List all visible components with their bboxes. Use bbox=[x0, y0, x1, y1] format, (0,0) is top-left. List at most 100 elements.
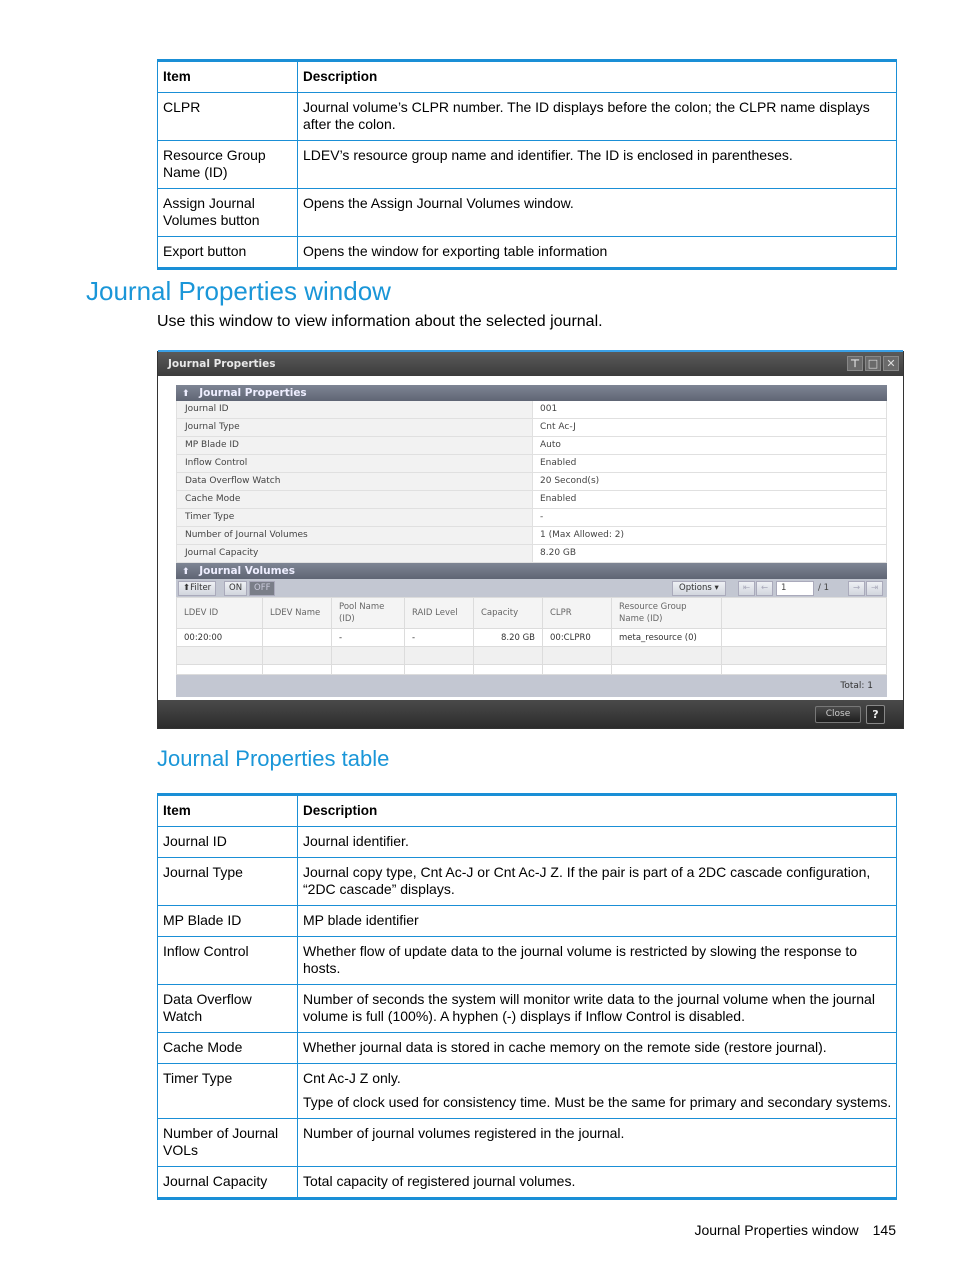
table-row: MP Blade ID MP blade identifier bbox=[157, 905, 897, 937]
row-item: Export button bbox=[157, 236, 298, 270]
maximize-icon[interactable]: □ bbox=[865, 356, 881, 371]
property-key: Data Overflow Watch bbox=[177, 473, 533, 490]
table-row: Number of Journal VOLs Number of journal … bbox=[157, 1118, 897, 1167]
window-title: Journal Properties bbox=[168, 358, 276, 370]
row-description: Journal identifier. bbox=[297, 826, 897, 858]
column-header-clpr[interactable]: CLPR bbox=[542, 597, 612, 629]
row-description: Journal copy type, Cnt Ac-J or Cnt Ac-J … bbox=[297, 857, 897, 906]
table-row: Journal Type Journal copy type, Cnt Ac-J … bbox=[157, 857, 897, 906]
collapse-icon[interactable]: ⬆ bbox=[182, 567, 190, 577]
row-description: Journal volume’s CLPR number. The ID dis… bbox=[297, 92, 897, 141]
journal-properties-description-table: Item Description Journal ID Journal ident… bbox=[157, 793, 897, 1200]
row-item: Cache Mode bbox=[157, 1032, 298, 1064]
property-value: 001 bbox=[533, 401, 886, 418]
page-footer: Journal Properties window 145 bbox=[600, 1222, 896, 1238]
journal-properties-panel: ⬆ Journal Properties Journal ID 001 Journ… bbox=[176, 385, 887, 563]
table-header-row: Item Description bbox=[157, 793, 897, 827]
row-description: Total capacity of registered journal vol… bbox=[297, 1166, 897, 1200]
pin-icon[interactable]: ⊤ bbox=[847, 356, 863, 371]
column-header-description: Description bbox=[297, 59, 897, 93]
table-row: Timer Type Cnt Ac-J Z only. Type of clock … bbox=[157, 1063, 897, 1119]
row-item: Data Overflow Watch bbox=[157, 984, 298, 1033]
footer-section-name: Journal Properties window bbox=[694, 1222, 859, 1238]
property-key: Timer Type bbox=[177, 509, 533, 526]
table-row: CLPR Journal volume’s CLPR number. The I… bbox=[157, 92, 897, 141]
row-description: Opens the Assign Journal Volumes window. bbox=[297, 188, 897, 237]
table-header-row: Item Description bbox=[157, 59, 897, 93]
row-description: Number of seconds the system will monito… bbox=[297, 984, 897, 1033]
description-text: Number of journal volumes registered in … bbox=[303, 1125, 625, 1141]
row-item: Journal Type bbox=[157, 857, 298, 906]
row-description: Opens the window for exporting table inf… bbox=[297, 236, 897, 270]
property-row: Data Overflow Watch 20 Second(s) bbox=[176, 473, 887, 491]
table-row: Assign Journal Volumes button Opens the … bbox=[157, 188, 897, 237]
cell-pool-name: - bbox=[331, 628, 405, 647]
filter-on-toggle[interactable]: ON bbox=[224, 581, 248, 596]
description-text: Number of seconds the system will monito… bbox=[303, 991, 875, 1024]
cell-clpr: 00:CLPR0 bbox=[542, 628, 612, 647]
next-page-icon[interactable]: → bbox=[848, 581, 866, 596]
grid-row-empty bbox=[176, 646, 887, 665]
grid-row[interactable]: 00:20:00 - - 8.20 GB 00:CLPR0 meta_resou… bbox=[176, 628, 887, 647]
column-header-raid-level[interactable]: RAID Level bbox=[404, 597, 474, 629]
property-row: Number of Journal Volumes 1 (Max Allowed:… bbox=[176, 527, 887, 545]
journal-volumes-table: LDEV ID LDEV Name Pool Name (ID) RAID Le… bbox=[176, 597, 887, 675]
description-text: Journal identifier. bbox=[303, 833, 409, 849]
column-header-resource-group[interactable]: Resource Group Name (ID) bbox=[611, 597, 722, 629]
cell-capacity: 8.20 GB bbox=[473, 628, 543, 647]
journal-properties-window: Journal Properties ⊤ □ ✕ ⬆ Journal Prope… bbox=[157, 350, 904, 729]
property-value: Enabled bbox=[533, 491, 886, 508]
section-heading: Journal Properties window bbox=[86, 276, 391, 306]
description-text: Whether journal data is stored in cache … bbox=[303, 1039, 827, 1055]
panel-title: Journal Volumes bbox=[199, 565, 295, 577]
column-header-item: Item bbox=[157, 793, 298, 827]
prev-page-icon[interactable]: ← bbox=[756, 581, 774, 596]
options-dropdown[interactable]: Options ▾ bbox=[672, 581, 726, 596]
filter-button[interactable]: ⬆Filter bbox=[178, 581, 217, 596]
row-description: Whether flow of update data to the journ… bbox=[297, 936, 897, 985]
property-key: Inflow Control bbox=[177, 455, 533, 472]
property-key: Cache Mode bbox=[177, 491, 533, 508]
grid-header-row: LDEV ID LDEV Name Pool Name (ID) RAID Le… bbox=[176, 597, 887, 629]
row-item: Inflow Control bbox=[157, 936, 298, 985]
column-header-description: Description bbox=[297, 793, 897, 827]
page-number-input[interactable]: 1 bbox=[776, 581, 814, 596]
filter-off-toggle[interactable]: OFF bbox=[249, 581, 276, 596]
close-icon[interactable]: ✕ bbox=[883, 356, 899, 371]
column-header-ldev-name[interactable]: LDEV Name bbox=[262, 597, 332, 629]
column-header-capacity[interactable]: Capacity bbox=[473, 597, 543, 629]
row-item: Assign Journal Volumes button bbox=[157, 188, 298, 237]
row-description: Cnt Ac-J Z only. Type of clock used for c… bbox=[297, 1063, 897, 1119]
first-page-icon[interactable]: ⇤ bbox=[738, 581, 756, 596]
row-description: MP blade identifier bbox=[297, 905, 897, 937]
property-value: Auto bbox=[533, 437, 886, 454]
property-key: Journal Capacity bbox=[177, 545, 533, 562]
cell-resource-group: meta_resource (0) bbox=[611, 628, 722, 647]
panel-header[interactable]: ⬆ Journal Properties bbox=[176, 385, 887, 401]
panel-header[interactable]: ⬆ Journal Volumes bbox=[176, 563, 887, 579]
section-intro: Use this window to view information abou… bbox=[157, 313, 603, 330]
collapse-icon[interactable]: ⬆ bbox=[182, 389, 190, 399]
table-row: Journal ID Journal identifier. bbox=[157, 826, 897, 858]
property-value: - bbox=[533, 509, 886, 526]
row-description: LDEV’s resource group name and identifie… bbox=[297, 140, 897, 189]
property-value: 8.20 GB bbox=[533, 545, 886, 562]
page-total: / 1 bbox=[818, 583, 829, 593]
close-button[interactable]: Close bbox=[815, 706, 861, 723]
page-number: 145 bbox=[872, 1222, 896, 1238]
property-row: Inflow Control Enabled bbox=[176, 455, 887, 473]
help-icon[interactable]: ? bbox=[866, 705, 885, 724]
cell-ldev-name bbox=[262, 628, 332, 647]
column-header-pool-name[interactable]: Pool Name (ID) bbox=[331, 597, 405, 629]
property-value: Enabled bbox=[533, 455, 886, 472]
cell-empty bbox=[721, 628, 887, 647]
row-item: Resource Group Name (ID) bbox=[157, 140, 298, 189]
table-row: Inflow Control Whether flow of update dat… bbox=[157, 936, 897, 985]
row-description: Number of journal volumes registered in … bbox=[297, 1118, 897, 1167]
property-key: Number of Journal Volumes bbox=[177, 527, 533, 544]
window-button-bar: Close ? bbox=[158, 700, 903, 728]
column-header-ldev-id[interactable]: LDEV ID bbox=[176, 597, 263, 629]
subsection-heading: Journal Properties table bbox=[157, 746, 390, 771]
last-page-icon[interactable]: ⇥ bbox=[866, 581, 884, 596]
table-row: Cache Mode Whether journal data is stored… bbox=[157, 1032, 897, 1064]
